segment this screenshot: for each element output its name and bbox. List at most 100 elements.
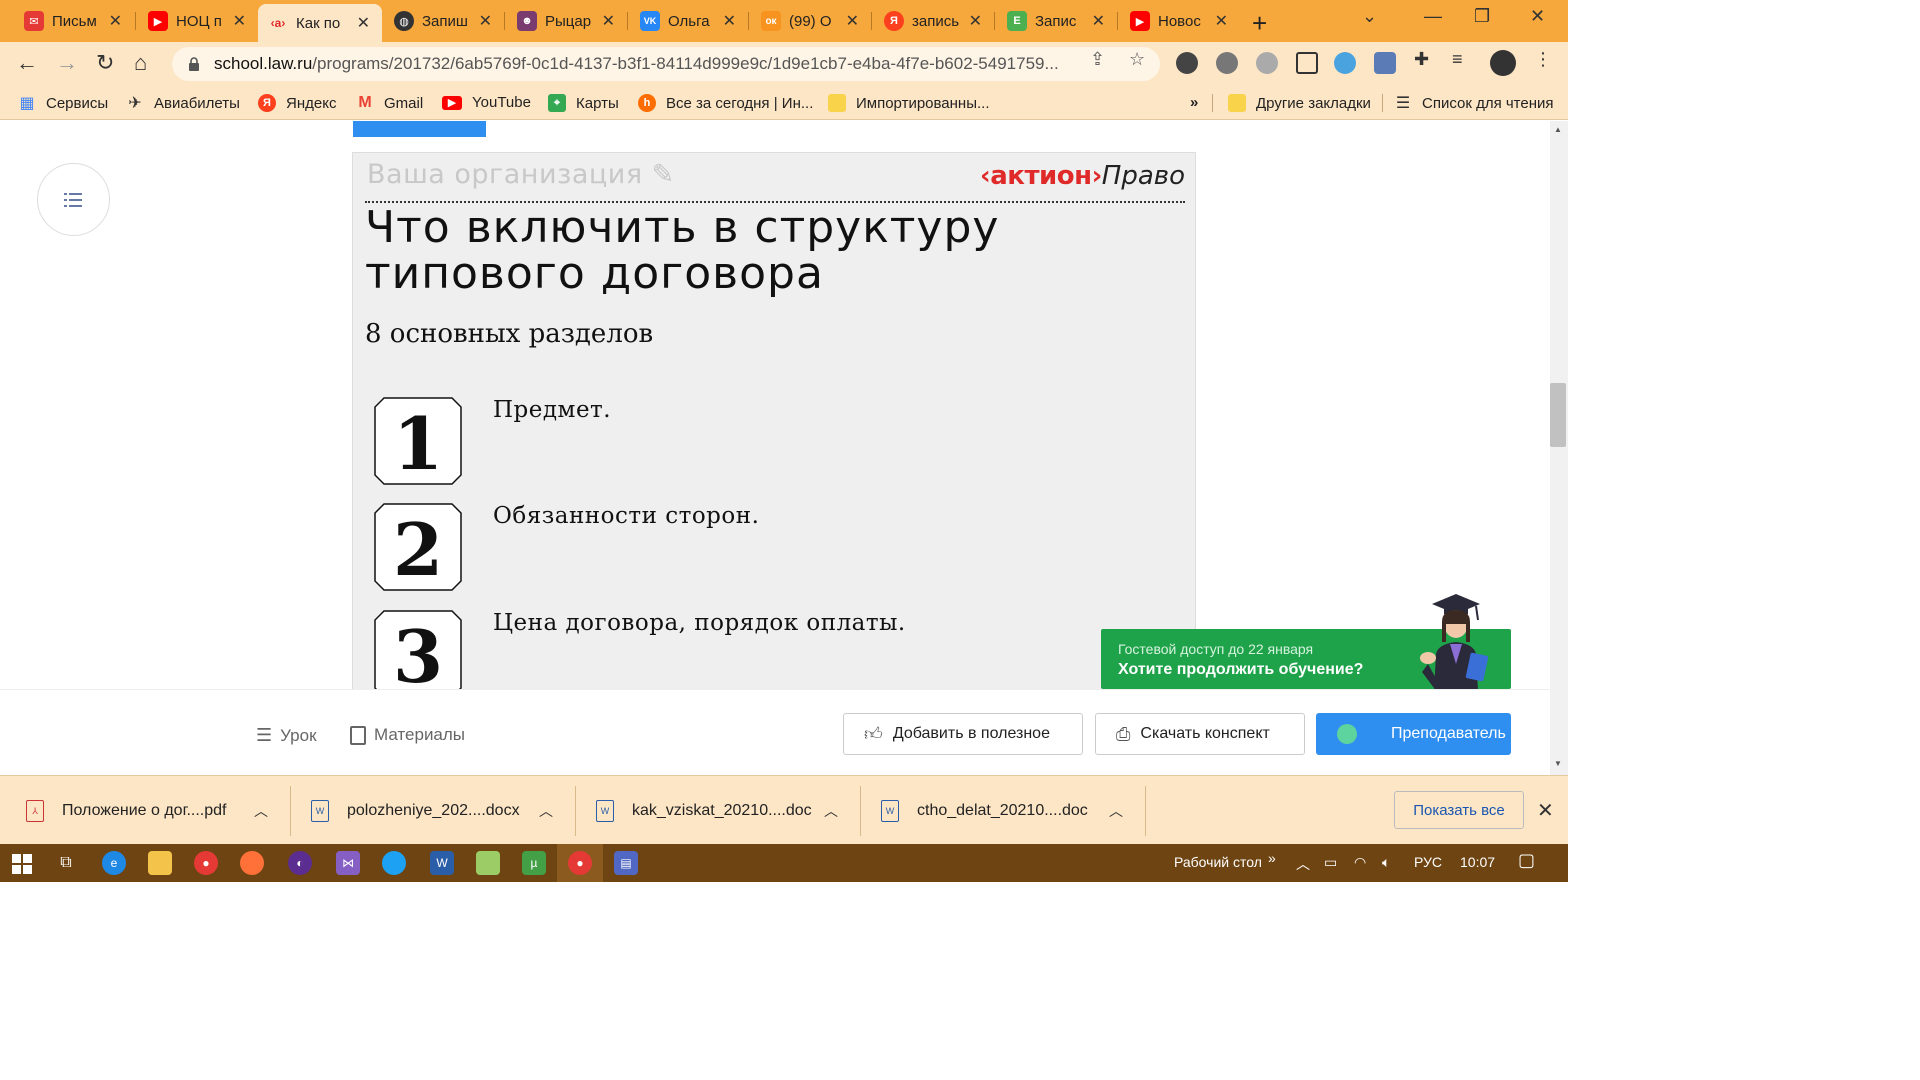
desktop-chevron-icon[interactable]: »: [1268, 850, 1276, 866]
chrome-icon[interactable]: ●: [194, 851, 218, 875]
tab-active-aktion[interactable]: ‹a› Как по ✕: [258, 4, 382, 42]
bookmarks-more[interactable]: »: [1190, 94, 1198, 111]
tab-search-icon[interactable]: ⌄: [1362, 6, 1377, 27]
visual-studio-icon[interactable]: ⋈: [336, 851, 360, 875]
cube-icon[interactable]: [1296, 52, 1318, 74]
bookmark-youtube[interactable]: ▶ YouTube: [442, 94, 531, 111]
close-icon[interactable]: ✕: [109, 11, 122, 31]
close-icon[interactable]: ✕: [1092, 11, 1105, 31]
file-explorer-icon[interactable]: [148, 851, 172, 875]
download-item[interactable]: ⅄ Положение о дог....pdf ︿: [26, 794, 268, 828]
forward-icon[interactable]: →: [56, 50, 78, 76]
close-icon[interactable]: ✕: [479, 11, 492, 31]
reading-list[interactable]: ☰ Список для чтения: [1394, 94, 1554, 113]
download-summary-button[interactable]: ⎙ Скачать конспект: [1095, 713, 1305, 755]
extension-icon[interactable]: [1176, 52, 1198, 74]
home-icon[interactable]: ⌂: [134, 50, 147, 76]
close-icon[interactable]: ✕: [1215, 11, 1228, 31]
close-icon[interactable]: ✕: [969, 11, 982, 31]
tab-ok[interactable]: ок (99) О ✕: [751, 4, 871, 38]
close-icon[interactable]: ✕: [233, 11, 246, 31]
tab-noc[interactable]: ▶ НОЦ п ✕: [138, 4, 258, 38]
show-all-downloads-button[interactable]: Показать все: [1394, 791, 1524, 829]
teacher-chat-button[interactable]: Преподаватель: [1316, 713, 1511, 755]
restore-icon[interactable]: ❐: [1474, 6, 1490, 27]
media-icon[interactable]: ≡: [1452, 49, 1463, 70]
back-icon[interactable]: ←: [16, 50, 38, 76]
tab-yandex[interactable]: Я запись ✕: [874, 4, 994, 38]
scroll-up-icon[interactable]: ▲: [1554, 125, 1562, 134]
bookmark-yandex[interactable]: Я Яндекс: [258, 94, 336, 112]
share-icon[interactable]: ⇪: [1090, 49, 1105, 70]
windows-start-icon[interactable]: [12, 854, 32, 874]
bookmark-maps[interactable]: ⌖ Карты: [548, 94, 619, 112]
language-indicator[interactable]: РУС: [1414, 854, 1442, 870]
tab-vk[interactable]: VK Ольга ✕: [630, 4, 748, 38]
desktop-label[interactable]: Рабочий стол: [1174, 854, 1262, 870]
bookmark-avia[interactable]: ✈ Авиабилеты: [126, 94, 240, 113]
download-item[interactable]: W kak_vziskat_20210....doc ︿: [596, 794, 838, 828]
close-icon[interactable]: ✕: [602, 11, 615, 31]
bookmark-star-icon[interactable]: ☆: [1129, 49, 1145, 70]
tab-rycar[interactable]: ☻ Рыцар ✕: [507, 4, 627, 38]
avatar[interactable]: [1490, 50, 1516, 76]
utorrent-icon[interactable]: µ: [522, 851, 546, 875]
tab-zapish[interactable]: ◍ Запиш ✕: [384, 4, 504, 38]
word-icon: W: [311, 800, 329, 822]
clock[interactable]: 10:07: [1460, 854, 1495, 870]
extension-icon[interactable]: [1334, 52, 1356, 74]
firefox-icon[interactable]: [240, 851, 264, 875]
volume-icon[interactable]: 🔈︎: [1382, 854, 1390, 871]
bookmark-imported-folder[interactable]: Импортированны...: [828, 94, 990, 112]
close-icon[interactable]: ✕: [1537, 798, 1554, 823]
bookmark-services[interactable]: ▦ Сервисы: [18, 94, 108, 113]
minimize-icon[interactable]: —: [1424, 6, 1442, 27]
extension-icon[interactable]: [1216, 52, 1238, 74]
tab-mail[interactable]: ✉ Письм ✕: [14, 4, 134, 38]
table-of-contents-button[interactable]: [37, 163, 110, 236]
tray-chevron-up-icon[interactable]: ︿: [1296, 854, 1310, 874]
close-icon[interactable]: ✕: [846, 11, 859, 31]
bookmark-gmail[interactable]: M Gmail: [356, 94, 423, 112]
bookmark-vse-za-segodnya[interactable]: h Все за сегодня | Ин...: [638, 94, 813, 112]
chevron-up-icon[interactable]: ︿: [824, 801, 838, 821]
graduate-illustration: [1420, 594, 1489, 690]
tab-novos[interactable]: ▶ Новос ✕: [1120, 4, 1240, 38]
tab-zapis[interactable]: E Запис ✕: [997, 4, 1117, 38]
wifi-icon[interactable]: ◠: [1354, 854, 1366, 871]
lesson-tab[interactable]: ☰ Урок: [256, 725, 317, 746]
materials-tab[interactable]: Материалы: [350, 725, 465, 745]
chrome-icon[interactable]: ●: [568, 851, 592, 875]
page-scrollbar[interactable]: ▲ ▼: [1550, 121, 1568, 775]
new-tab-button[interactable]: +: [1252, 8, 1267, 39]
battery-icon[interactable]: ▭: [1324, 854, 1337, 871]
bookmark-other[interactable]: Другие закладки: [1228, 94, 1371, 112]
window-close-icon[interactable]: ✕: [1530, 6, 1545, 27]
close-icon[interactable]: ✕: [723, 11, 736, 31]
app-icon[interactable]: ▤: [614, 851, 638, 875]
tab-label: Как по: [296, 14, 341, 32]
task-view-icon[interactable]: ⧉: [54, 851, 78, 875]
word-icon[interactable]: W: [430, 851, 454, 875]
scroll-down-icon[interactable]: ▼: [1554, 759, 1562, 768]
download-item[interactable]: W ctho_delat_20210....doc ︿: [881, 794, 1123, 828]
menu-icon[interactable]: ⋮: [1534, 49, 1552, 70]
chevron-up-icon[interactable]: ︿: [539, 801, 553, 821]
add-to-favorites-button[interactable]: 👍︎ Добавить в полезное: [843, 713, 1083, 755]
app-icon[interactable]: [382, 851, 406, 875]
reload-icon[interactable]: ↻: [96, 50, 114, 76]
scrollbar-thumb[interactable]: [1550, 383, 1566, 447]
chevron-up-icon[interactable]: ︿: [1109, 801, 1123, 821]
extension-icon[interactable]: [1374, 52, 1396, 74]
notes-icon[interactable]: [476, 851, 500, 875]
address-bar[interactable]: school.law.ru/programs/201732/6ab5769f-0…: [172, 47, 1160, 81]
tor-icon[interactable]: ◐: [288, 851, 312, 875]
lesson-slide: Ваша организация ✎ ‹актион›Право Что вкл…: [352, 152, 1196, 689]
close-icon[interactable]: ✕: [357, 13, 370, 33]
chevron-up-icon[interactable]: ︿: [254, 801, 268, 821]
extension-icon[interactable]: [1256, 52, 1278, 74]
puzzle-icon[interactable]: ✚: [1414, 49, 1429, 70]
edge-icon[interactable]: e: [102, 851, 126, 875]
download-item[interactable]: W polozheniye_202....docx ︿: [311, 794, 553, 828]
notifications-icon[interactable]: ▢: [1518, 850, 1535, 871]
